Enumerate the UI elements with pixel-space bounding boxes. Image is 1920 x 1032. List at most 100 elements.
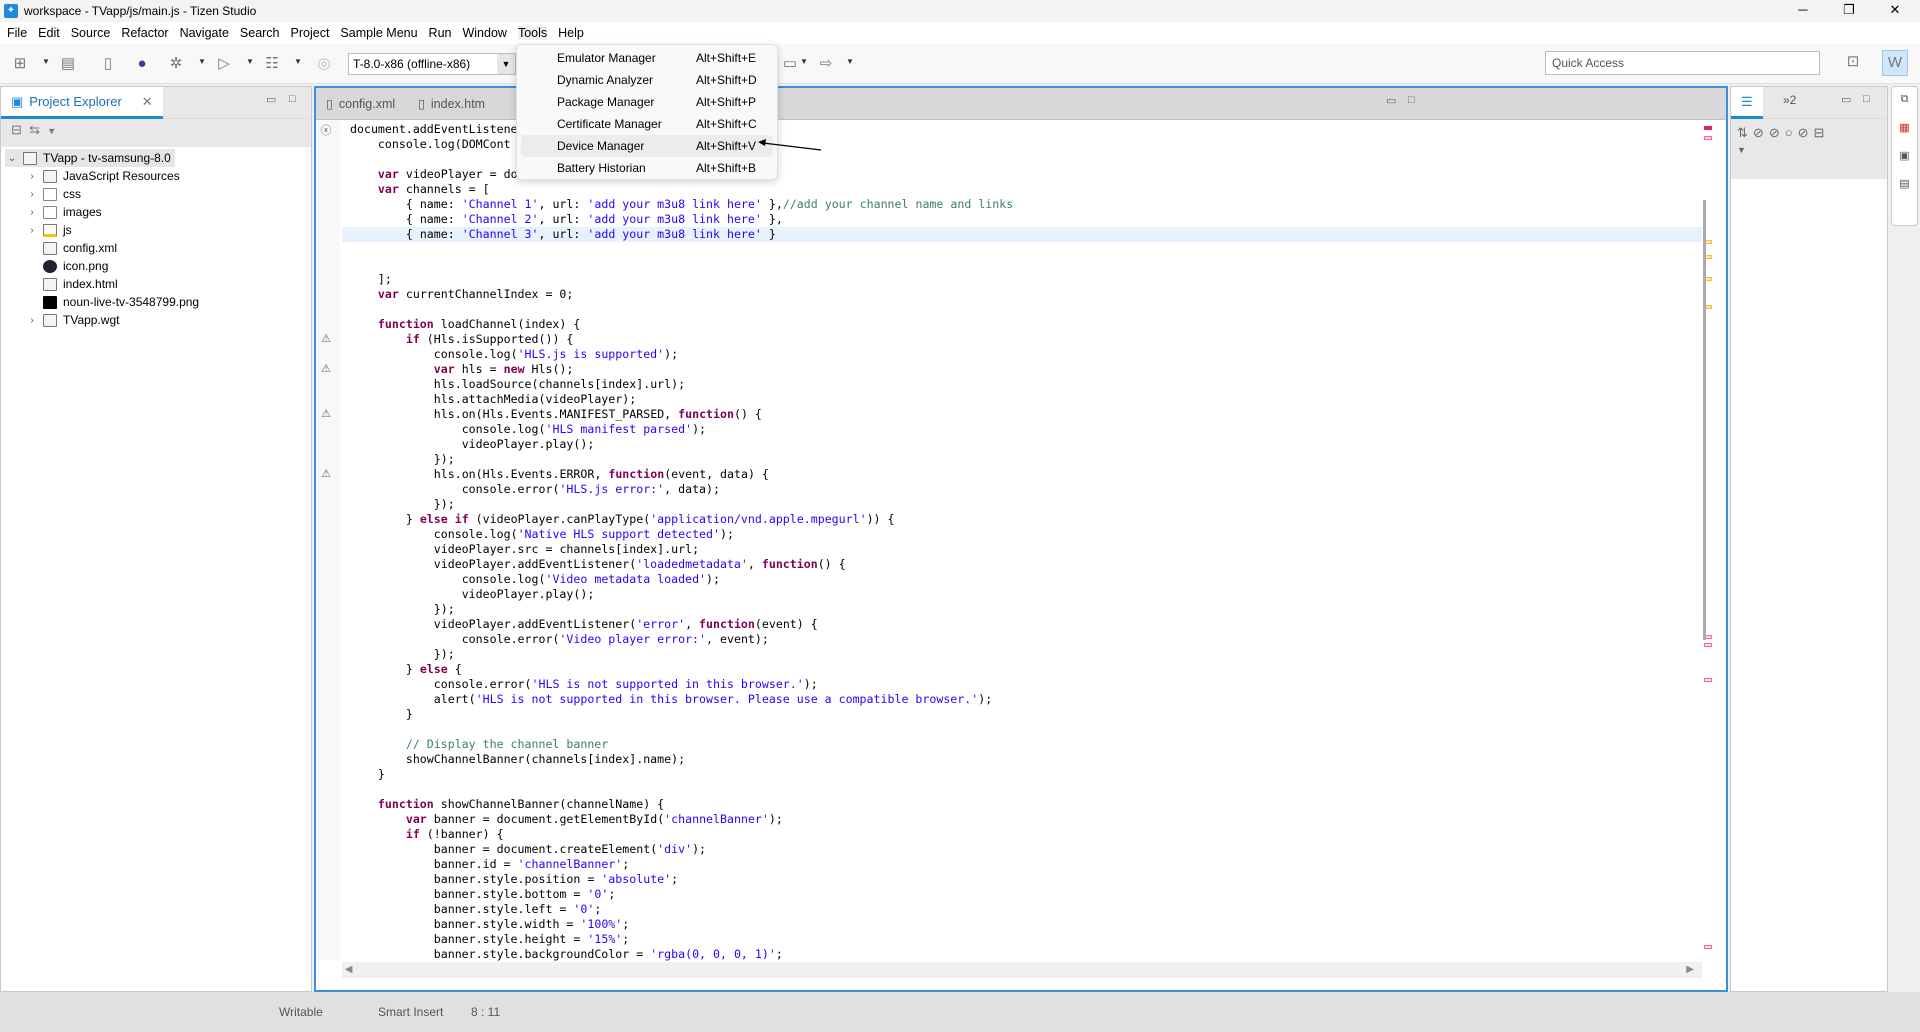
code-line[interactable]: hls.attachMedia(videoPlayer); [342, 392, 1702, 407]
code-line[interactable]: videoPlayer.play(); [342, 587, 1702, 602]
chevron-down-icon[interactable]: ⌄ [5, 153, 19, 164]
minimize-panel-icon[interactable]: ▭ [266, 93, 276, 106]
code-line[interactable]: banner.style.left = '0'; [342, 902, 1702, 917]
toggle-dropdown[interactable]: ▼ [800, 57, 808, 66]
tree-item[interactable]: config.xml [25, 239, 117, 257]
code-line[interactable]: if (!banner) { [342, 827, 1702, 842]
code-line[interactable]: banner.style.bottom = '0'; [342, 887, 1702, 902]
close-button[interactable]: ✕ [1872, 0, 1918, 22]
code-line[interactable]: }); [342, 602, 1702, 617]
code-line[interactable]: }); [342, 647, 1702, 662]
code-line[interactable]: banner.id = 'channelBanner'; [342, 857, 1702, 872]
menu-item-emulator-manager[interactable]: Emulator Manager Alt+Shift+E [521, 47, 773, 69]
overview-marker[interactable] [1704, 678, 1712, 682]
new-icon[interactable]: ⊞ [10, 54, 30, 74]
menu-run[interactable]: Run [429, 26, 452, 40]
code-line[interactable]: console.error('HLS.js error:', data); [342, 482, 1702, 497]
code-line[interactable]: { name: 'Channel 1', url: 'add your m3u8… [342, 197, 1702, 212]
tree-item[interactable]: icon.png [25, 257, 108, 275]
code-line[interactable]: } else if (videoPlayer.canPlayType('appl… [342, 512, 1702, 527]
view-menu-icon[interactable]: ▼ [1737, 145, 1751, 155]
code-line[interactable]: }); [342, 497, 1702, 512]
code-line[interactable]: hls.on(Hls.Events.MANIFEST_PARSED, funct… [342, 407, 1702, 422]
code-line[interactable]: banner.style.height = '15%'; [342, 932, 1702, 947]
profile-dropdown[interactable]: ▼ [294, 57, 302, 66]
circle-icon[interactable]: ○ [1785, 125, 1798, 140]
debug-dropdown[interactable]: ▼ [198, 57, 206, 66]
error-marker-icon[interactable]: ⓧ [319, 122, 333, 138]
code-line[interactable]: var currentChannelIndex = 0; [342, 287, 1702, 302]
profile-icon[interactable]: ☷ [262, 54, 282, 74]
menu-navigate[interactable]: Navigate [180, 26, 229, 40]
maximize-panel-icon[interactable]: □ [1863, 93, 1870, 105]
code-line[interactable]: function showChannelBanner(channelName) … [342, 797, 1702, 812]
target-device-select[interactable]: T-8.0-x86 (offline-x86) ▼ [348, 53, 516, 75]
horizontal-scrollbar[interactable]: ◀ ▶ [342, 962, 1702, 978]
tree-item[interactable]: › css [25, 185, 81, 203]
code-line[interactable]: console.log('Video metadata loaded'); [342, 572, 1702, 587]
minimize-editor-icon[interactable]: ▭ [1386, 94, 1396, 107]
code-line[interactable] [342, 242, 1702, 257]
save-all-icon[interactable]: ▤ [58, 54, 78, 74]
maximize-button[interactable]: ❐ [1826, 0, 1872, 22]
close-icon[interactable]: ✕ [142, 94, 153, 110]
collapse-icon[interactable]: ⊟ [1813, 125, 1829, 140]
code-line[interactable]: { name: 'Channel 2', url: 'add your m3u8… [342, 212, 1702, 227]
tree-item[interactable]: › JavaScript Resources [25, 167, 179, 185]
warning-marker-icon[interactable]: ⚠ [319, 362, 333, 375]
code-line[interactable]: banner.style.width = '100%'; [342, 917, 1702, 932]
run-dropdown[interactable]: ▼ [246, 57, 254, 66]
problems-view-icon[interactable]: ▦ [1892, 121, 1917, 143]
code-line[interactable]: videoPlayer.addEventListener('error', fu… [342, 617, 1702, 632]
menu-help[interactable]: Help [558, 26, 584, 40]
warning-marker-icon[interactable]: ⚠ [319, 332, 333, 345]
code-line[interactable]: }); [342, 452, 1702, 467]
code-line[interactable]: } [342, 707, 1702, 722]
chevron-right-icon[interactable]: › [25, 207, 39, 218]
code-line[interactable]: videoPlayer.play(); [342, 437, 1702, 452]
menu-item-package-manager[interactable]: Package Manager Alt+Shift+P [521, 91, 773, 113]
code-line[interactable]: if (Hls.isSupported()) { [342, 332, 1702, 347]
vertical-scrollbar[interactable] [1703, 200, 1706, 640]
code-line[interactable]: // Display the channel banner [342, 737, 1702, 752]
menu-tools[interactable]: Tools [517, 26, 548, 40]
hide-local-icon[interactable]: ⊘ [1798, 125, 1814, 140]
overview-marker[interactable] [1704, 643, 1712, 647]
menu-sample-menu[interactable]: Sample Menu [340, 26, 417, 40]
code-line[interactable]: videoPlayer.addEventListener('loadedmeta… [342, 557, 1702, 572]
code-line[interactable]: var banner = document.getElementById('ch… [342, 812, 1702, 827]
code-line[interactable]: banner.style.backgroundColor = 'rgba(0, … [342, 947, 1702, 962]
binary-file-icon[interactable]: ▯ [98, 54, 118, 74]
code-line[interactable]: console.error('Video player error:', eve… [342, 632, 1702, 647]
code-line[interactable]: console.log('HLS manifest parsed'); [342, 422, 1702, 437]
menu-item-certificate-manager[interactable]: Certificate Manager Alt+Shift+C [521, 113, 773, 135]
menu-edit[interactable]: Edit [38, 26, 60, 40]
eclipse-icon[interactable]: ● [132, 54, 152, 74]
code-line[interactable]: ]; [342, 272, 1702, 287]
chevron-right-icon[interactable]: › [25, 315, 39, 326]
code-line[interactable]: function loadChannel(index) { [342, 317, 1702, 332]
overflow-tabs[interactable]: »2 [1783, 93, 1796, 107]
scroll-left-icon[interactable]: ◀ [342, 964, 353, 975]
chevron-right-icon[interactable]: › [25, 225, 39, 236]
web-perspective-icon[interactable]: W [1882, 50, 1908, 76]
code-line[interactable]: alert('HLS is not supported in this brow… [342, 692, 1702, 707]
menu-refactor[interactable]: Refactor [121, 26, 168, 40]
quick-access-input[interactable]: Quick Access [1545, 51, 1820, 75]
code-line[interactable]: } else { [342, 662, 1702, 677]
tree-item[interactable]: noun-live-tv-3548799.png [25, 293, 199, 311]
overview-marker[interactable] [1704, 945, 1712, 949]
menu-source[interactable]: Source [71, 26, 111, 40]
code-line[interactable]: banner.style.position = 'absolute'; [342, 872, 1702, 887]
code-line[interactable]: var hls = new Hls(); [342, 362, 1702, 377]
tree-item[interactable]: › TVapp.wgt [25, 311, 119, 329]
code-line[interactable]: hls.on(Hls.Events.ERROR, function(event,… [342, 467, 1702, 482]
tab-outline[interactable]: ☰ [1731, 87, 1763, 119]
maximize-editor-icon[interactable]: □ [1408, 94, 1415, 106]
warning-marker-icon[interactable]: ⚠ [319, 407, 333, 420]
toggle-icon[interactable]: ▭ [780, 54, 800, 74]
run-icon[interactable]: ▷ [214, 54, 234, 74]
code-line[interactable]: var channels = [ [342, 182, 1702, 197]
menu-project[interactable]: Project [291, 26, 330, 40]
maximize-panel-icon[interactable]: □ [289, 93, 296, 105]
